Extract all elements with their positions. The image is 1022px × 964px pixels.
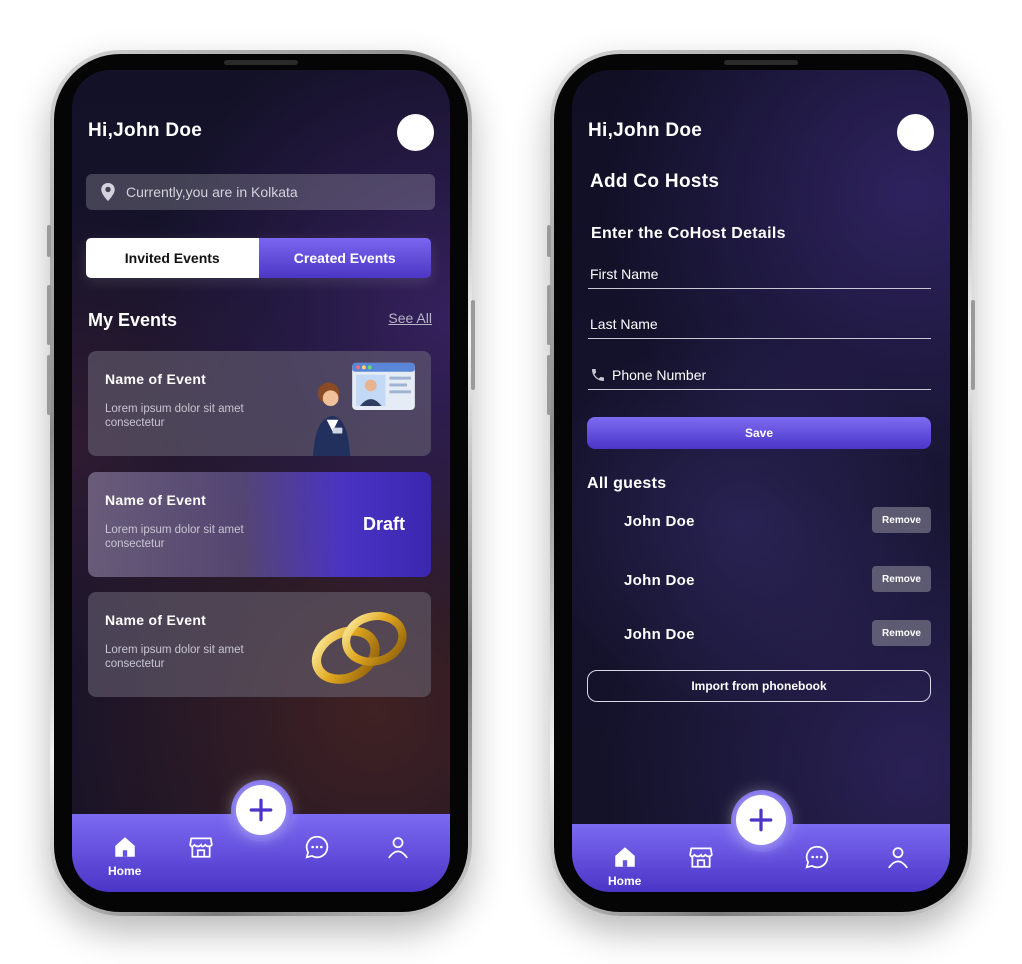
- greeting: Hi,John Doe: [588, 120, 703, 141]
- home-icon: [114, 837, 135, 857]
- nav-profile[interactable]: [885, 844, 911, 870]
- event-title: Name of Event: [105, 371, 207, 387]
- nav-home[interactable]: Home: [608, 844, 641, 888]
- wedding-rings-illustration: [311, 611, 407, 684]
- profile-icon: [388, 837, 408, 859]
- nav-store[interactable]: [188, 834, 214, 860]
- remove-guest-button[interactable]: Remove: [872, 566, 931, 592]
- tab-created-events[interactable]: Created Events: [258, 238, 431, 278]
- nav-home[interactable]: Home: [108, 834, 141, 878]
- guest-row: John Doe Remove: [624, 566, 931, 594]
- section-title: My Events: [88, 310, 178, 330]
- phone-speaker: [724, 60, 798, 65]
- event-description: Lorem ipsum dolor sit amet consectetur: [105, 644, 244, 670]
- chat-icon: [805, 845, 829, 869]
- store-icon: [189, 837, 213, 858]
- event-description: Lorem ipsum dolor sit amet consectetur: [105, 524, 244, 550]
- event-card[interactable]: Name of Event Lorem ipsum dolor sit amet…: [88, 592, 431, 697]
- phone-side-button: [547, 355, 551, 415]
- home-icon: [614, 847, 635, 867]
- plus-icon: [249, 798, 273, 822]
- left-phone-frame: Hi,John Doe Currently,you are in Kolkata…: [47, 50, 475, 916]
- guest-row: John Doe Remove: [624, 507, 931, 535]
- nav-home-label: Home: [608, 874, 642, 888]
- avatar[interactable]: [397, 114, 434, 151]
- avatar[interactable]: [897, 114, 934, 151]
- remove-guest-button[interactable]: Remove: [872, 507, 931, 533]
- phone-side-button: [47, 225, 51, 257]
- add-event-button[interactable]: [736, 795, 786, 845]
- phone-side-button: [547, 285, 551, 345]
- phone-speaker: [224, 60, 298, 65]
- chat-icon: [305, 835, 329, 859]
- guest-name: John Doe: [624, 572, 695, 589]
- event-title: Name of Event: [105, 492, 207, 508]
- nav-home-label: Home: [108, 864, 142, 878]
- nav-profile[interactable]: [385, 834, 411, 860]
- event-card-draft[interactable]: Name of Event Lorem ipsum dolor sit amet…: [88, 472, 431, 577]
- guest-name: John Doe: [624, 626, 695, 643]
- phone-side-button: [47, 355, 51, 415]
- plus-icon: [749, 808, 773, 832]
- greeting: Hi,John Doe: [88, 120, 203, 141]
- right-phone-frame: Hi,John Doe Add Co Hosts Enter the CoHos…: [547, 50, 975, 916]
- phone-side-button: [547, 225, 551, 257]
- video-meeting-illustration: [313, 362, 415, 456]
- event-description: Lorem ipsum dolor sit amet consectetur: [105, 403, 244, 429]
- phone-side-button: [971, 300, 975, 390]
- phone-number-placeholder: Phone Number: [612, 366, 707, 383]
- home-screen: Hi,John Doe Currently,you are in Kolkata…: [72, 70, 450, 892]
- event-title: Name of Event: [105, 612, 207, 628]
- see-all-link[interactable]: See All: [388, 310, 432, 326]
- guest-row: John Doe Remove: [624, 620, 931, 648]
- add-event-button[interactable]: [236, 785, 286, 835]
- form-title: Enter the CoHost Details: [591, 225, 786, 242]
- event-tabs: Invited Events Created Events: [86, 238, 431, 278]
- first-name-field[interactable]: First Name: [588, 259, 931, 289]
- nav-store[interactable]: [688, 844, 714, 870]
- phone-number-field[interactable]: Phone Number: [588, 360, 931, 390]
- location-pin-icon: [101, 183, 115, 201]
- last-name-field[interactable]: Last Name: [588, 309, 931, 339]
- nav-chat[interactable]: [804, 844, 830, 870]
- remove-guest-button[interactable]: Remove: [872, 620, 931, 646]
- tab-invited-events[interactable]: Invited Events: [86, 238, 259, 278]
- phone-side-button: [47, 285, 51, 345]
- save-button[interactable]: Save: [587, 417, 931, 449]
- add-cohosts-screen: Hi,John Doe Add Co Hosts Enter the CoHos…: [572, 70, 950, 892]
- event-card[interactable]: Name of Event Lorem ipsum dolor sit amet…: [88, 351, 431, 456]
- import-phonebook-button[interactable]: Import from phonebook: [587, 670, 931, 702]
- page-title: Add Co Hosts: [590, 171, 720, 192]
- store-icon: [689, 847, 713, 868]
- profile-icon: [888, 847, 908, 869]
- location-bar[interactable]: Currently,you are in Kolkata: [86, 174, 435, 210]
- guest-name: John Doe: [624, 513, 695, 530]
- phone-icon: [592, 368, 604, 381]
- last-name-placeholder: Last Name: [590, 315, 658, 332]
- nav-chat[interactable]: [304, 834, 330, 860]
- first-name-placeholder: First Name: [590, 265, 659, 282]
- phone-side-button: [471, 300, 475, 390]
- guests-title: All guests: [587, 475, 667, 492]
- location-text: Currently,you are in Kolkata: [126, 184, 298, 200]
- draft-badge: Draft: [362, 514, 405, 534]
